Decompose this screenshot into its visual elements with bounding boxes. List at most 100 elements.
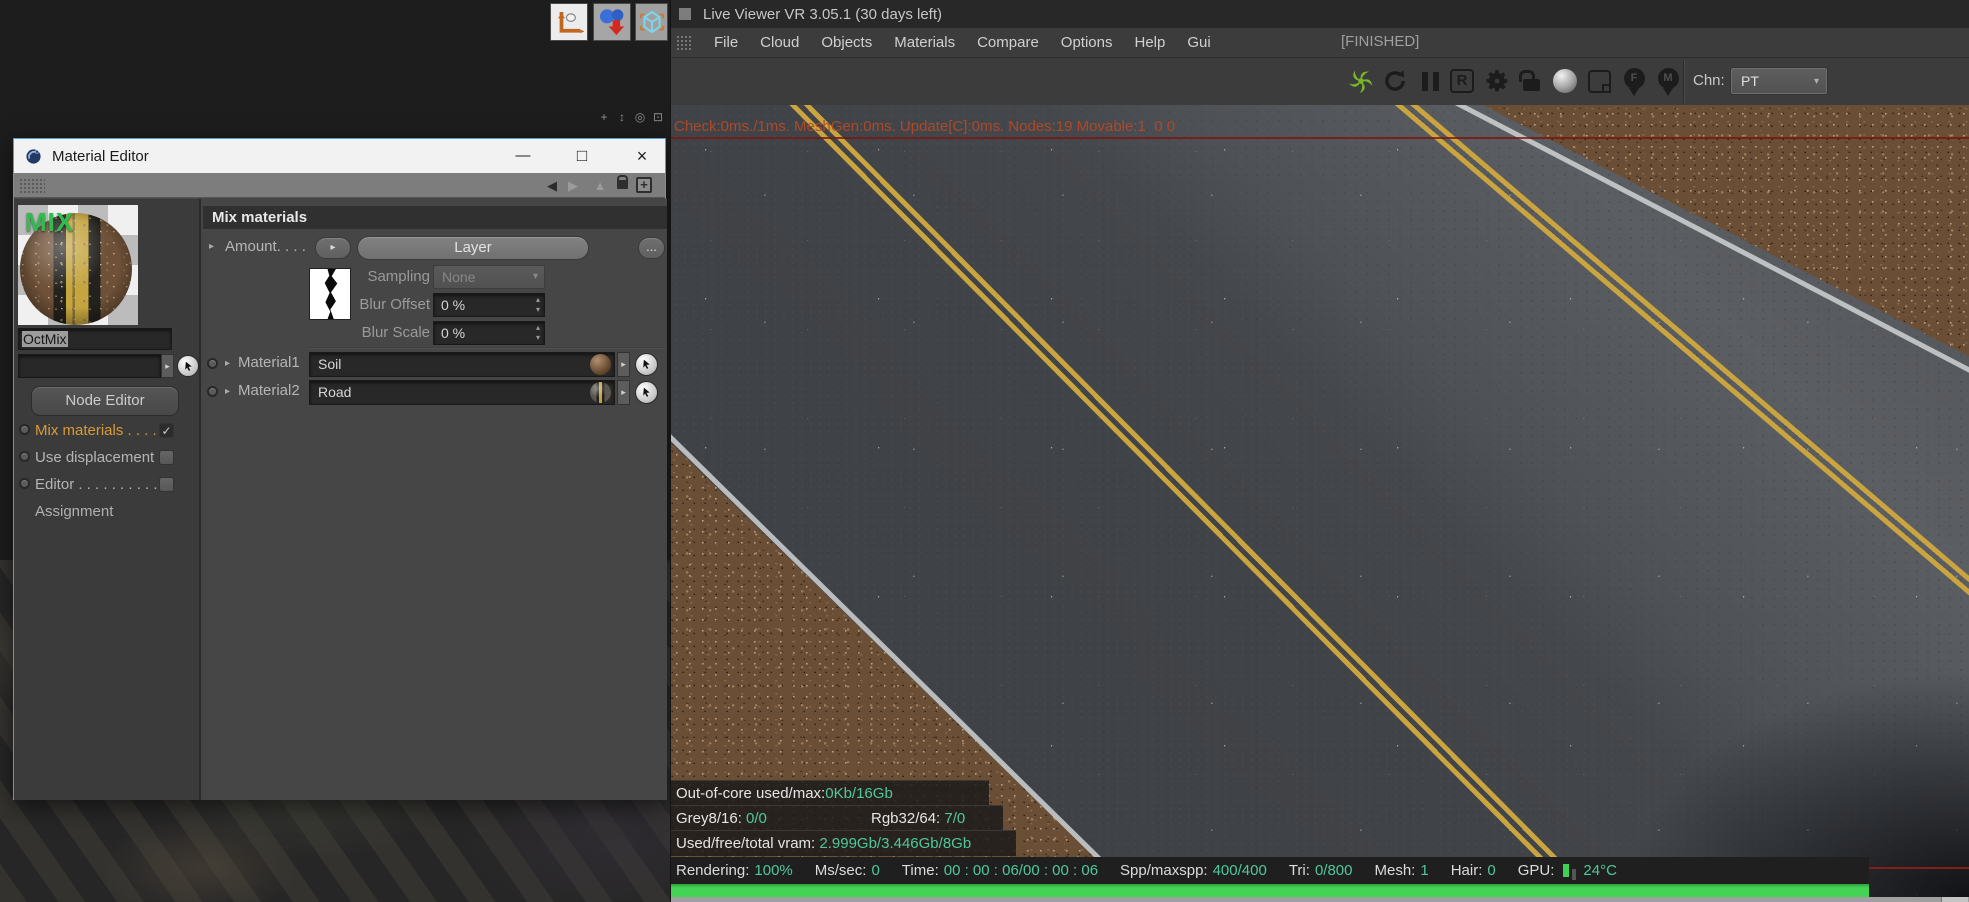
drag-grip-icon[interactable] — [676, 34, 692, 51]
reset-render-icon[interactable]: R — [1450, 69, 1474, 93]
material-ball-icon[interactable] — [1551, 67, 1579, 95]
spheres-tool-icon[interactable] — [593, 3, 631, 41]
menu-objects[interactable]: Objects — [821, 34, 872, 51]
minimize-button[interactable]: — — [506, 139, 540, 173]
restart-render-icon[interactable] — [1381, 67, 1409, 95]
maximize-button[interactable]: □ — [565, 139, 599, 173]
option-row-editor[interactable]: Editor . . . . . . . . . . . . — [14, 473, 201, 497]
material1-pick-button[interactable] — [635, 353, 658, 376]
option-row-mix-materials[interactable]: Mix materials . . . . . ✓ — [14, 419, 201, 443]
live-viewer-titlebar[interactable]: Live Viewer VR 3.05.1 (30 days left) — [671, 0, 1969, 28]
zoom-icon[interactable]: ↕ — [616, 110, 628, 124]
menu-compare[interactable]: Compare — [977, 34, 1039, 51]
menu-gui[interactable]: Gui — [1187, 34, 1210, 51]
lock-resolution-icon[interactable] — [1517, 67, 1545, 95]
material2-label: Material2 — [238, 382, 300, 399]
finished-badge: [FINISHED] — [1341, 33, 1420, 50]
focus-picker-icon[interactable]: F — [1620, 67, 1648, 96]
stats-label: Out-of-core used/max: — [676, 785, 826, 802]
node-editor-button[interactable]: Node Editor — [31, 386, 179, 416]
history-icon[interactable]: ▲ — [590, 173, 610, 198]
material-name-selected-text: OctMix — [22, 331, 68, 347]
material1-label: Material1 — [238, 354, 300, 371]
resize-grip[interactable] — [1941, 897, 1968, 902]
maximize-icon[interactable]: ⊡ — [652, 110, 664, 124]
stats-label: Grey8/16: — [676, 810, 747, 827]
checkbox-checked[interactable]: ✓ — [159, 423, 174, 438]
menu-options[interactable]: Options — [1061, 34, 1113, 51]
option-label[interactable]: Use displacement — [35, 449, 154, 466]
material-editor-body: MIX OctMix ▸ Node Editor Mix materials .… — [14, 199, 667, 800]
assignment-label[interactable]: Assignment — [35, 503, 113, 520]
material2-pick-button[interactable] — [635, 381, 658, 404]
checkbox-unchecked[interactable] — [159, 450, 174, 465]
checkbox-unchecked[interactable] — [159, 477, 174, 492]
radio-icon[interactable] — [207, 386, 218, 397]
forward-arrow-icon[interactable]: ▶ — [563, 173, 583, 198]
disclosure-triangle-icon[interactable]: ▸ — [225, 386, 230, 397]
material1-input[interactable]: Soil — [309, 352, 615, 377]
material-name-input[interactable]: OctMix — [18, 328, 172, 350]
pick-material-button[interactable] — [177, 355, 199, 377]
render-viewport[interactable]: Check:0ms./1ms. MeshGen:0ms. Update[C]:0… — [671, 105, 1969, 902]
disclosure-triangle-icon[interactable]: ▸ — [209, 241, 214, 252]
channel-dropdown[interactable]: PT ▾ — [1730, 67, 1828, 95]
render-region-icon[interactable] — [1585, 67, 1613, 95]
render-progress-bar — [671, 884, 1869, 897]
material-search-field[interactable] — [18, 354, 161, 378]
close-button[interactable]: × — [625, 139, 659, 173]
material-editor-window: Material Editor — □ × ◀ ▶ ▲ + MIX OctMix… — [13, 138, 667, 800]
menu-help[interactable]: Help — [1135, 34, 1166, 51]
render-debug-overlay: Check:0ms./1ms. MeshGen:0ms. Update[C]:0… — [674, 118, 1176, 135]
rotate-icon[interactable]: ◎ — [634, 110, 646, 124]
stepper-icon[interactable]: ▴ ▾ — [536, 323, 540, 343]
lock-icon[interactable] — [617, 175, 628, 189]
material2-input[interactable]: Road — [309, 380, 615, 405]
combo-expand-button[interactable]: ▸ — [161, 354, 174, 378]
cursor-icon — [184, 361, 192, 371]
disclosure-triangle-icon[interactable]: ▸ — [225, 358, 230, 369]
material-editor-titlebar[interactable]: Material Editor — □ × — [14, 139, 665, 173]
material1-expand-button[interactable]: ▸ — [617, 352, 630, 377]
vram-stats: Used/free/total vram: 2.999Gb/3.446Gb/8G… — [671, 830, 1016, 856]
more-options-button[interactable]: ... — [638, 237, 665, 259]
settings-gear-icon[interactable] — [1483, 67, 1511, 95]
soil-material-thumbnail[interactable] — [590, 354, 611, 375]
octane-logo-icon[interactable] — [1347, 67, 1375, 95]
add-tab-icon[interactable]: + — [636, 177, 652, 193]
amount-expand-button[interactable]: ▸ — [315, 237, 351, 259]
layer-button[interactable]: Layer — [357, 236, 589, 260]
hair-count: 0 — [1487, 862, 1496, 879]
material-picker-icon[interactable]: M — [1654, 67, 1682, 96]
buffer-stats: Grey8/16: 0/0 Rgb32/64: 7/0 — [671, 805, 1003, 830]
material2-expand-button[interactable]: ▸ — [617, 380, 630, 405]
chevron-down-icon: ▾ — [532, 271, 538, 282]
cinema4d-icon — [26, 148, 41, 164]
pause-render-icon[interactable] — [1416, 67, 1444, 95]
radio-icon[interactable] — [19, 478, 30, 489]
blur-scale-input[interactable]: 0 % ▴ ▾ — [433, 321, 545, 345]
cube-tool-icon[interactable] — [635, 3, 668, 41]
menu-file[interactable]: File — [714, 34, 738, 51]
stepper-icon[interactable]: ▴ ▾ — [536, 295, 540, 315]
menu-materials[interactable]: Materials — [894, 34, 955, 51]
radio-icon[interactable] — [207, 358, 218, 369]
sampling-dropdown[interactable]: None ▾ — [433, 265, 545, 289]
chevron-down-icon: ▾ — [1813, 76, 1819, 87]
radio-icon[interactable] — [19, 451, 30, 462]
gpu-meter-icon — [1563, 864, 1570, 877]
stats-value: 0/0 — [746, 810, 767, 827]
option-label[interactable]: Mix materials . . . . . — [35, 422, 165, 439]
material-preview[interactable]: MIX — [18, 205, 138, 325]
option-label[interactable]: Editor . . . . . . . . . . . . — [35, 476, 174, 493]
blur-offset-input[interactable]: 0 % ▴ ▾ — [433, 293, 545, 317]
axis-tool-icon[interactable] — [550, 3, 588, 41]
option-row-use-displacement[interactable]: Use displacement — [14, 446, 201, 470]
drag-grip-icon[interactable] — [19, 178, 45, 194]
radio-icon[interactable] — [19, 424, 30, 435]
blur-scale-value: 0 % — [441, 325, 466, 341]
pan-icon[interactable]: + — [598, 110, 610, 124]
menu-cloud[interactable]: Cloud — [760, 34, 799, 51]
back-arrow-icon[interactable]: ◀ — [542, 173, 562, 198]
road-material-thumbnail[interactable] — [590, 382, 611, 403]
